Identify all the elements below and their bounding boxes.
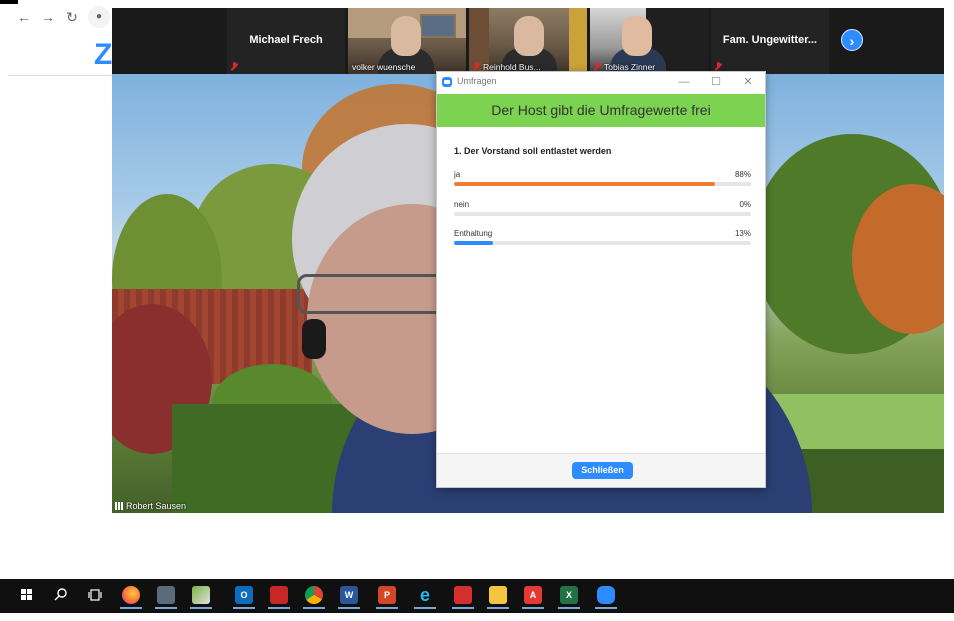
answer-bar-track	[454, 182, 751, 186]
participant-label: volker wuensche	[352, 62, 416, 72]
poll-answer-ja: ja 88%	[454, 170, 751, 190]
poll-status-banner: Der Host gibt die Umfragewerte frei	[437, 94, 765, 127]
answer-label: Enthaltung	[454, 229, 493, 238]
answer-bar-fill	[454, 241, 493, 245]
toolbar-divider	[8, 75, 112, 76]
participant-strip: Michael Frech volker wuensche Reinhold B…	[112, 8, 944, 74]
powerpoint-icon[interactable]: P	[376, 584, 398, 609]
photo-viewer-icon[interactable]	[155, 584, 177, 609]
poll-footer: Schließen	[437, 453, 765, 487]
participant-tile-reinhold-bus[interactable]: Reinhold Bus...	[469, 8, 587, 74]
internet-explorer-icon[interactable]: e	[414, 584, 436, 609]
answer-label: ja	[454, 170, 461, 179]
minimize-icon[interactable]: —	[674, 74, 694, 90]
participant-tile-volker-wuensche[interactable]: volker wuensche	[348, 8, 466, 74]
participant-face	[514, 16, 544, 56]
screen: ← → ↻ ● Z Michael Frech volker wuensche …	[0, 0, 954, 621]
app-red-icon[interactable]	[452, 584, 474, 609]
poll-answer-nein: nein 0%	[454, 200, 751, 220]
answer-percent: 88%	[734, 170, 751, 179]
back-arrow-icon[interactable]: ←	[16, 9, 32, 25]
lock-icon[interactable]: ●	[88, 6, 110, 28]
participant-tile-fam-ungewitter[interactable]: Fam. Ungewitter...	[711, 8, 829, 74]
speaker-name: Robert Sausen	[126, 501, 187, 511]
participant-name: Michael Frech	[249, 34, 323, 46]
poll-dialog: Umfragen — ☐ ✕ Der Host gibt die Umfrage…	[436, 71, 766, 488]
search-icon[interactable]	[52, 586, 70, 604]
zoom-app-icon	[442, 77, 452, 87]
participant-tile-michael-frech[interactable]: Michael Frech	[227, 8, 345, 74]
forward-arrow-icon[interactable]: →	[40, 9, 56, 25]
answer-percent: 13%	[734, 229, 751, 238]
muted-mic-icon	[715, 62, 722, 71]
file-explorer-icon[interactable]	[487, 584, 509, 609]
speaker-label: Robert Sausen	[115, 501, 186, 511]
wall-picture	[420, 14, 456, 38]
media-icon[interactable]	[268, 584, 290, 609]
muted-mic-icon	[231, 62, 238, 71]
headset-icon	[302, 319, 326, 359]
chrome-icon[interactable]	[303, 584, 325, 609]
participant-face	[622, 16, 652, 56]
door	[569, 8, 587, 74]
muted-mic-icon	[594, 62, 601, 71]
acrobat-icon[interactable]: A	[522, 584, 544, 609]
answer-bar-track	[454, 212, 751, 216]
outlook-icon[interactable]: O	[233, 584, 255, 609]
poll-answer-enthaltung: Enthaltung 13%	[454, 229, 751, 249]
muted-mic-icon	[473, 62, 480, 71]
speaker-glasses	[297, 274, 447, 314]
poll-window-title: Umfragen	[457, 76, 497, 86]
participant-name: Fam. Ungewitter...	[722, 34, 818, 46]
firefox-icon[interactable]	[120, 584, 142, 609]
poll-question: 1. Der Vorstand soll entlastet werden	[454, 146, 612, 156]
windows-start-icon[interactable]	[18, 586, 36, 604]
answer-label: nein	[454, 200, 470, 209]
chevron-right-icon: ›	[849, 33, 855, 49]
poll-titlebar[interactable]: Umfragen — ☐ ✕	[437, 72, 765, 92]
window-edge-mark	[0, 0, 18, 4]
zoom-icon[interactable]	[595, 584, 617, 609]
signal-bars-icon	[115, 502, 123, 510]
answer-percent: 0%	[739, 200, 751, 209]
reload-icon[interactable]: ↻	[64, 9, 80, 25]
file-tool-icon[interactable]	[190, 584, 212, 609]
answer-bar-track	[454, 241, 751, 245]
zoom-logo-icon: Z	[94, 38, 113, 71]
task-view-icon[interactable]	[86, 586, 104, 604]
participant-tile-tobias-zinner[interactable]: Tobias Zinner	[590, 8, 708, 74]
next-page-button[interactable]: ›	[841, 29, 863, 51]
browser-chrome: ← → ↻ ● Z	[0, 0, 112, 78]
close-poll-button[interactable]: Schließen	[572, 462, 633, 479]
participant-face	[391, 16, 421, 56]
windows-taskbar: O W P e A X	[0, 579, 954, 613]
close-icon[interactable]: ✕	[738, 74, 758, 90]
maximize-icon[interactable]: ☐	[706, 74, 726, 90]
answer-bar-fill	[454, 182, 716, 186]
excel-icon[interactable]: X	[558, 584, 580, 609]
word-icon[interactable]: W	[338, 584, 360, 609]
